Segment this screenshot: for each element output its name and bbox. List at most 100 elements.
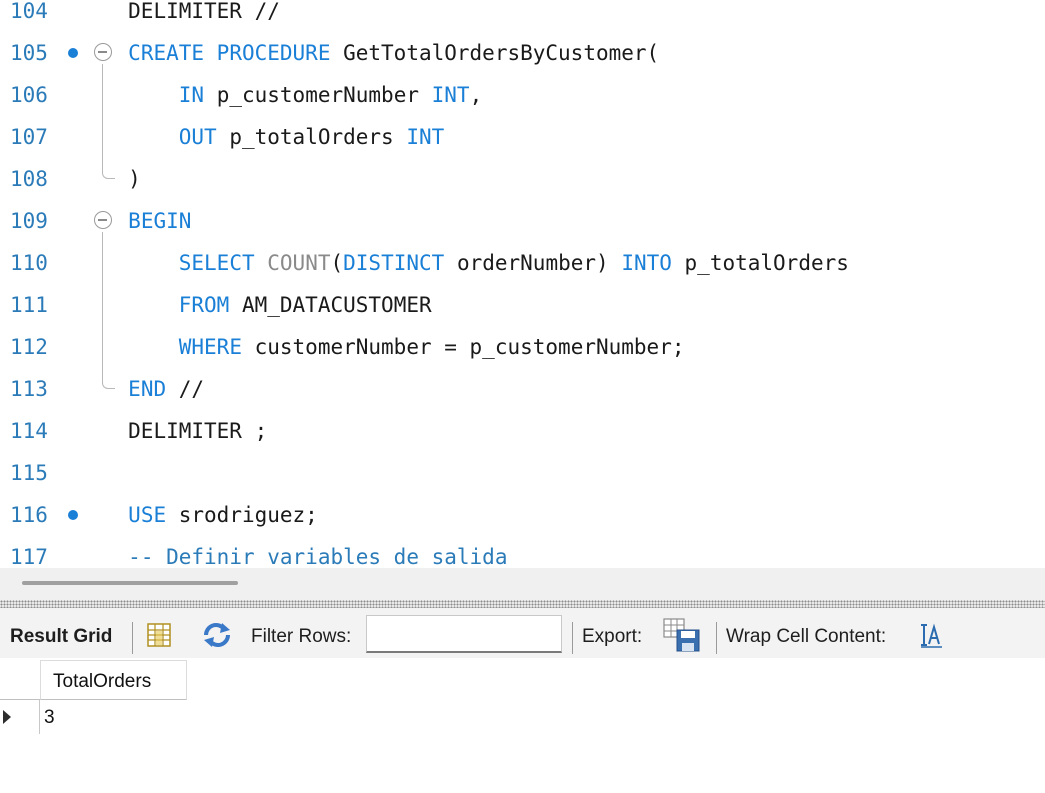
line-number: 113 bbox=[10, 377, 48, 401]
sql-keyword: IN bbox=[178, 83, 205, 107]
export-label: Export: bbox=[582, 626, 643, 647]
code-token: orderNumber) bbox=[444, 251, 622, 275]
code-line[interactable]: 108 ) bbox=[0, 158, 1045, 200]
fold-rail-procedure bbox=[102, 64, 103, 170]
code-line[interactable]: 111 FROM AM_DATACUSTOMER bbox=[0, 284, 1045, 326]
code-text: SELECT COUNT(DISTINCT orderNumber) INTO … bbox=[78, 242, 849, 284]
sql-keyword: END bbox=[128, 377, 167, 401]
statement-marker-icon bbox=[68, 48, 78, 58]
sql-keyword: SELECT bbox=[178, 251, 255, 275]
line-number: 114 bbox=[10, 419, 48, 443]
sql-comment: -- Definir variables de salida bbox=[128, 545, 508, 568]
code-line[interactable]: 106 IN p_customerNumber INT, bbox=[0, 74, 1045, 116]
code-text: DELIMITER ; bbox=[77, 410, 268, 452]
code-line[interactable]: 112 WHERE customerNumber = p_customerNum… bbox=[0, 326, 1045, 368]
export-save-icon[interactable] bbox=[663, 608, 701, 658]
line-number: 115 bbox=[10, 461, 48, 485]
code-text: END // bbox=[78, 368, 204, 410]
line-number: 117 bbox=[10, 545, 48, 568]
code-line[interactable]: 110 SELECT COUNT(DISTINCT orderNumber) I… bbox=[0, 242, 1045, 284]
line-number: 106 bbox=[10, 83, 48, 107]
column-header-totalorders[interactable]: TotalOrders bbox=[40, 660, 187, 700]
result-toolbar: Result Grid Filter Rows: Export: Wrap Ce… bbox=[0, 608, 1045, 658]
toolbar-separator bbox=[572, 622, 573, 654]
code-line[interactable]: 116 USE srodriguez; bbox=[0, 494, 1045, 536]
code-token: // bbox=[166, 377, 205, 401]
line-number: 111 bbox=[10, 293, 48, 317]
code-line[interactable]: 117 -- Definir variables de salida bbox=[0, 536, 1045, 568]
code-token: p_totalOrders bbox=[216, 125, 407, 149]
code-line[interactable]: 104 DELIMITER // bbox=[0, 0, 1045, 32]
refresh-icon[interactable] bbox=[200, 608, 234, 658]
sql-keyword: DISTINCT bbox=[343, 251, 445, 275]
statement-marker-icon bbox=[68, 510, 78, 520]
code-line[interactable]: 115 bbox=[0, 452, 1045, 494]
code-text: DELIMITER // bbox=[78, 0, 280, 32]
code-token: srodriguez; bbox=[166, 503, 318, 527]
code-token: p_totalOrders bbox=[671, 251, 849, 275]
line-number: 109 bbox=[10, 209, 48, 233]
line-number: 116 bbox=[10, 503, 48, 527]
row-header-divider bbox=[39, 700, 40, 734]
result-grid-tab[interactable]: Result Grid bbox=[10, 608, 112, 658]
line-number: 112 bbox=[10, 335, 48, 359]
fold-end-procedure bbox=[102, 170, 115, 179]
code-text: ) bbox=[78, 158, 141, 200]
sql-keyword: INTO bbox=[621, 251, 672, 275]
sql-keyword: INT bbox=[431, 83, 470, 107]
code-text: USE srodriguez; bbox=[78, 494, 318, 536]
sql-keyword: CREATE PROCEDURE bbox=[128, 41, 331, 65]
result-grid[interactable]: TotalOrders 3 bbox=[0, 658, 1045, 793]
code-token: p_customerNumber bbox=[204, 83, 432, 107]
code-line[interactable]: 105 CREATE PROCEDURE GetTotalOrdersByCus… bbox=[0, 32, 1045, 74]
sql-keyword: OUT bbox=[178, 125, 217, 149]
line-number: 110 bbox=[10, 251, 48, 275]
code-line[interactable]: 107 OUT p_totalOrders INT bbox=[0, 116, 1045, 158]
filter-rows-input[interactable] bbox=[366, 615, 562, 653]
code-token: customerNumber = p_customerNumber; bbox=[241, 335, 685, 359]
code-line[interactable]: 113 END // bbox=[0, 368, 1045, 410]
code-line[interactable]: 109 BEGIN bbox=[0, 200, 1045, 242]
grid-layout-icon[interactable] bbox=[146, 608, 172, 658]
code-text: FROM AM_DATACUSTOMER bbox=[78, 284, 432, 326]
fold-end-begin bbox=[102, 380, 115, 389]
code-text: IN p_customerNumber INT, bbox=[78, 74, 483, 116]
code-token: , bbox=[469, 83, 483, 107]
line-number: 104 bbox=[10, 0, 48, 23]
sql-editor[interactable]: 104 DELIMITER //105 CREATE PROCEDURE Get… bbox=[0, 0, 1045, 568]
code-text: OUT p_totalOrders INT bbox=[78, 116, 445, 158]
panel-splitter[interactable] bbox=[0, 600, 1045, 608]
code-text: CREATE PROCEDURE GetTotalOrdersByCustome… bbox=[78, 32, 659, 74]
sql-keyword: WHERE bbox=[178, 335, 242, 359]
code-text: WHERE customerNumber = p_customerNumber; bbox=[78, 326, 685, 368]
code-text: -- Definir variables de salida bbox=[78, 536, 508, 568]
wrap-text-icon[interactable] bbox=[918, 608, 944, 658]
code-token: DELIMITER // bbox=[77, 0, 280, 23]
line-number: 105 bbox=[10, 41, 48, 65]
code-line[interactable]: 114 DELIMITER ; bbox=[0, 410, 1045, 452]
code-token: AM_DATACUSTOMER bbox=[229, 293, 432, 317]
horizontal-scrollbar[interactable] bbox=[0, 568, 1045, 600]
sql-keyword: FROM bbox=[178, 293, 230, 317]
sql-keyword: INT bbox=[406, 125, 445, 149]
line-number: 108 bbox=[10, 167, 48, 191]
sql-keyword: USE bbox=[128, 503, 167, 527]
scrollbar-thumb[interactable] bbox=[22, 581, 238, 585]
fold-rail-begin bbox=[102, 232, 103, 380]
code-token: ( bbox=[330, 251, 344, 275]
toolbar-separator bbox=[132, 622, 133, 654]
grid-cell-totalorders[interactable]: 3 bbox=[44, 702, 55, 734]
grid-header-corner bbox=[0, 660, 40, 700]
sql-function: COUNT bbox=[267, 251, 331, 275]
filter-rows-label: Filter Rows: bbox=[251, 626, 352, 647]
current-row-indicator-icon bbox=[3, 710, 11, 724]
code-token: DELIMITER ; bbox=[77, 419, 268, 443]
